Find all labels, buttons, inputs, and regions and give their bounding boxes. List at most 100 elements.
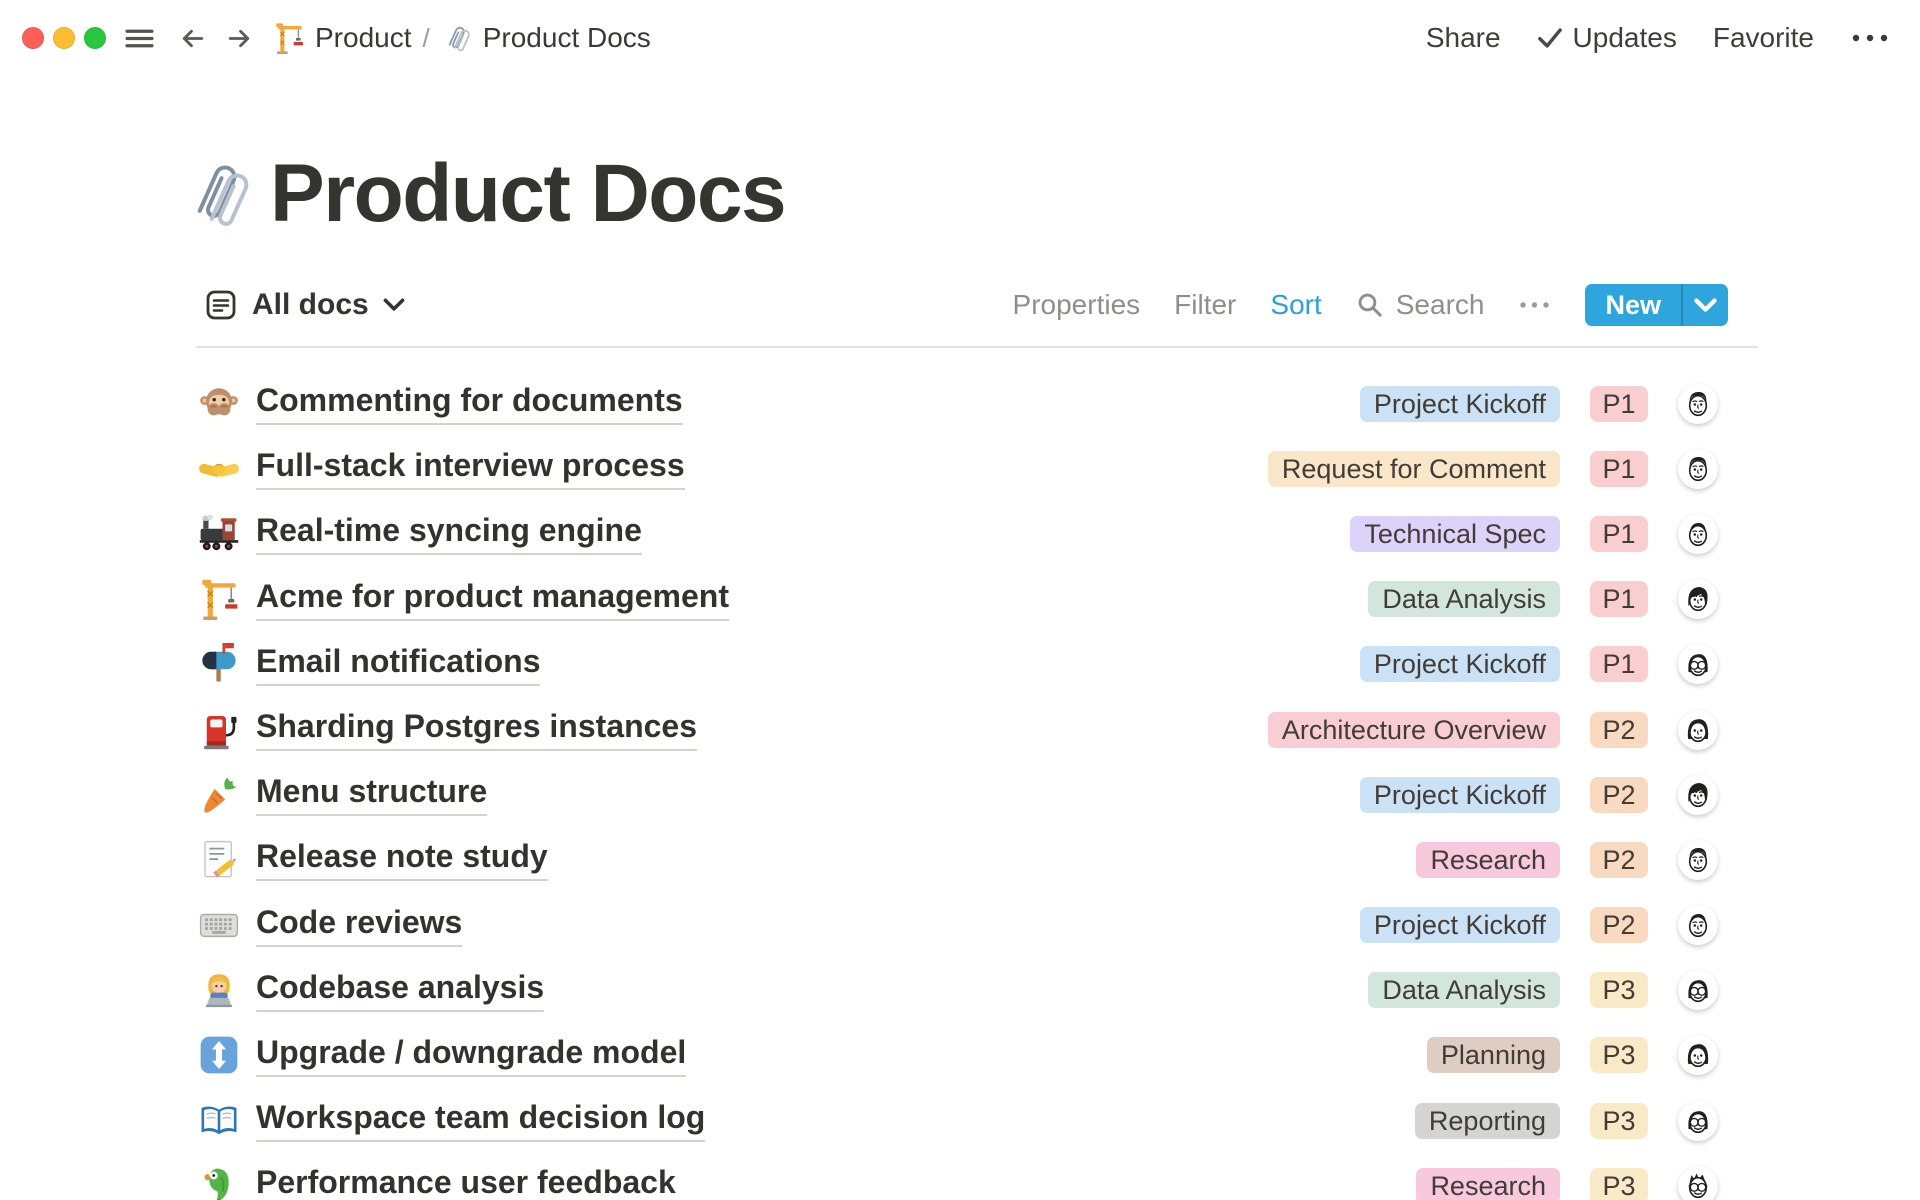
docs-table: Commenting for documents Project Kickoff…: [196, 348, 1758, 1200]
table-row: Real-time syncing engine Technical Spec …: [196, 501, 1758, 566]
assignee-avatar[interactable]: [1678, 1166, 1718, 1200]
assignee-avatar[interactable]: [1678, 1101, 1718, 1141]
minimize-window-button[interactable]: [53, 27, 75, 49]
priority-badge[interactable]: P2: [1590, 907, 1648, 943]
priority-badge[interactable]: P2: [1590, 842, 1648, 878]
updates-button[interactable]: Updates: [1537, 22, 1677, 54]
priority-badge[interactable]: P3: [1590, 1037, 1648, 1073]
monkey-icon: [198, 383, 240, 425]
table-row: Code reviews Project Kickoff P2: [196, 893, 1758, 958]
breadcrumb-item-product-docs[interactable]: Product Docs: [441, 22, 651, 54]
sort-button[interactable]: Sort: [1270, 289, 1321, 321]
ellipsis-icon: [1518, 300, 1551, 310]
share-button[interactable]: Share: [1426, 22, 1501, 54]
doc-title-link[interactable]: Email notifications: [256, 643, 540, 686]
doc-title-link[interactable]: Workspace team decision log: [256, 1099, 705, 1142]
doc-title-link[interactable]: Commenting for documents: [256, 382, 683, 425]
priority-badge[interactable]: P1: [1590, 581, 1648, 617]
assignee-avatar[interactable]: [1678, 449, 1718, 489]
back-icon[interactable]: [177, 23, 208, 54]
more-options-button[interactable]: [1850, 32, 1890, 44]
locomotive-icon: [198, 513, 240, 555]
tag-badge[interactable]: Data Analysis: [1368, 972, 1560, 1008]
table-row: Sharding Postgres instances Architecture…: [196, 697, 1758, 762]
tag-badge[interactable]: Project Kickoff: [1360, 777, 1560, 813]
new-button[interactable]: New: [1585, 284, 1681, 326]
tag-badge[interactable]: Planning: [1427, 1037, 1560, 1073]
doc-title-link[interactable]: Sharding Postgres instances: [256, 708, 697, 751]
breadcrumb-item-product[interactable]: Product: [273, 22, 412, 54]
tag-badge[interactable]: Reporting: [1415, 1103, 1560, 1139]
menu-icon[interactable]: [124, 23, 155, 54]
window-titlebar: Product / Product Docs Share Updates Fav…: [0, 0, 1920, 76]
tag-badge[interactable]: Project Kickoff: [1360, 646, 1560, 682]
assignee-avatar[interactable]: [1678, 579, 1718, 619]
crane-icon: [198, 578, 240, 620]
chevron-down-icon: [1694, 298, 1717, 313]
tag-badge[interactable]: Project Kickoff: [1360, 386, 1560, 422]
table-row: Email notifications Project Kickoff P1: [196, 632, 1758, 697]
ellipsis-icon: [1850, 32, 1890, 44]
assignee-avatar[interactable]: [1678, 775, 1718, 815]
doc-title-link[interactable]: Acme for product management: [256, 578, 729, 621]
priority-badge[interactable]: P3: [1590, 1168, 1648, 1200]
breadcrumb-label: Product: [315, 22, 412, 54]
carrot-icon: [198, 774, 240, 816]
priority-badge[interactable]: P3: [1590, 1103, 1648, 1139]
priority-badge[interactable]: P1: [1590, 646, 1648, 682]
assignee-avatar[interactable]: [1678, 840, 1718, 880]
priority-badge[interactable]: P2: [1590, 712, 1648, 748]
table-row: Menu structure Project Kickoff P2: [196, 762, 1758, 827]
doc-title-link[interactable]: Codebase analysis: [256, 969, 544, 1012]
page-title: Product Docs: [270, 151, 785, 236]
new-dropdown-button[interactable]: [1681, 284, 1728, 326]
toolbar-more-button[interactable]: [1518, 300, 1551, 310]
assignee-avatar[interactable]: [1678, 905, 1718, 945]
properties-button[interactable]: Properties: [1013, 289, 1141, 321]
zoom-window-button[interactable]: [84, 27, 106, 49]
paperclips-page-icon[interactable]: [186, 150, 250, 238]
priority-badge[interactable]: P1: [1590, 516, 1648, 552]
tag-badge[interactable]: Research: [1416, 1168, 1560, 1200]
priority-badge[interactable]: P1: [1590, 386, 1648, 422]
tag-badge[interactable]: Project Kickoff: [1360, 907, 1560, 943]
docs-view-icon: [204, 288, 238, 322]
assignee-avatar[interactable]: [1678, 514, 1718, 554]
priority-badge[interactable]: P1: [1590, 451, 1648, 487]
forward-icon[interactable]: [224, 23, 255, 54]
doc-title-link[interactable]: Menu structure: [256, 773, 487, 816]
open-book-icon: [198, 1100, 240, 1142]
doc-title-link[interactable]: Performance user feedback: [256, 1164, 676, 1200]
fuel-pump-icon: [198, 709, 240, 751]
new-button-group: New: [1585, 284, 1728, 326]
assignee-avatar[interactable]: [1678, 384, 1718, 424]
priority-badge[interactable]: P2: [1590, 777, 1648, 813]
favorite-button[interactable]: Favorite: [1713, 22, 1814, 54]
table-row: Full-stack interview process Request for…: [196, 436, 1758, 501]
tag-badge[interactable]: Data Analysis: [1368, 581, 1560, 617]
close-window-button[interactable]: [22, 27, 44, 49]
assignee-avatar[interactable]: [1678, 970, 1718, 1010]
tag-badge[interactable]: Request for Comment: [1268, 451, 1560, 487]
assignee-avatar[interactable]: [1678, 710, 1718, 750]
search-button[interactable]: Search: [1356, 289, 1485, 321]
assignee-avatar[interactable]: [1678, 1035, 1718, 1075]
doc-title-link[interactable]: Code reviews: [256, 904, 462, 947]
chevron-down-icon: [383, 298, 405, 312]
table-row: Acme for product management Data Analysi…: [196, 567, 1758, 632]
priority-badge[interactable]: P3: [1590, 972, 1648, 1008]
doc-title-link[interactable]: Upgrade / downgrade model: [256, 1034, 686, 1077]
assignee-avatar[interactable]: [1678, 644, 1718, 684]
tag-badge[interactable]: Technical Spec: [1350, 516, 1560, 552]
doc-title-link[interactable]: Full-stack interview process: [256, 447, 685, 490]
parrot-icon: [198, 1165, 240, 1200]
view-switcher[interactable]: All docs: [196, 288, 405, 322]
memo-icon: [198, 839, 240, 881]
tag-badge[interactable]: Research: [1416, 842, 1560, 878]
filter-button[interactable]: Filter: [1174, 289, 1236, 321]
tag-badge[interactable]: Architecture Overview: [1268, 712, 1560, 748]
doc-title-link[interactable]: Real-time syncing engine: [256, 512, 642, 555]
doc-title-link[interactable]: Release note study: [256, 838, 548, 881]
breadcrumb-separator: /: [423, 23, 430, 54]
up-down-arrow-icon: [198, 1034, 240, 1076]
